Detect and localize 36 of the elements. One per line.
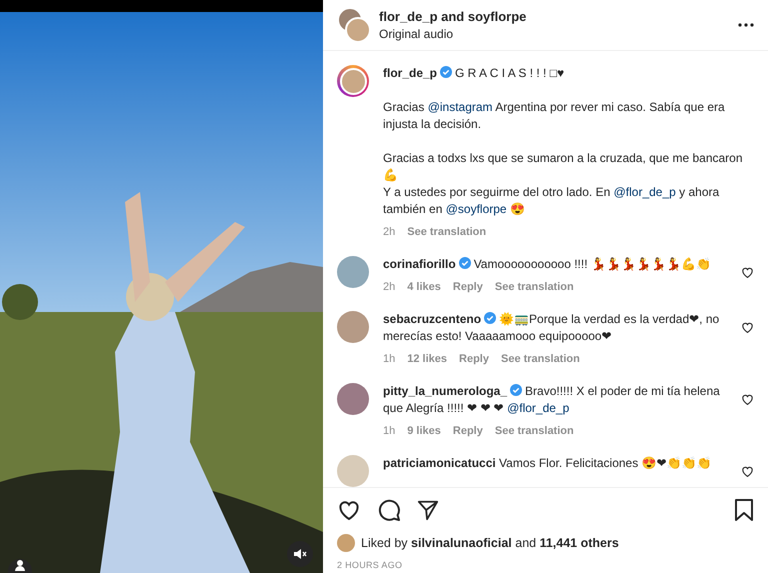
- heart-icon[interactable]: [741, 266, 754, 279]
- likes-summary: Liked by silvinalunaoficial and 11,441 others: [361, 536, 619, 550]
- post-time: 2 HOURS AGO: [337, 560, 404, 570]
- more-options-icon[interactable]: [738, 23, 754, 27]
- mention-link[interactable]: @flor_de_p: [614, 185, 676, 199]
- comment-time: 1h: [383, 425, 396, 437]
- speaker-muted-icon: [293, 547, 307, 561]
- avatar[interactable]: [337, 311, 369, 343]
- username-link[interactable]: flor_de_p: [383, 66, 438, 80]
- person-icon: [15, 559, 25, 571]
- mention-link[interactable]: @flor_de_p: [507, 401, 570, 415]
- comment-time: 2h: [383, 281, 396, 293]
- avatar[interactable]: [337, 65, 369, 97]
- comment-text: corinafiorillo Vamooooooooooo !!!! 💃💃💃💃💃💃💪👏: [383, 256, 712, 273]
- caption-time: 2h: [383, 226, 396, 238]
- comment-text: sebacruzcenteno 🌞🚃Porque la verdad es la verdad❤, no merecías esto! Vaaaaamooo equipooooo❤: [383, 311, 720, 345]
- avatar-pair[interactable]: [337, 7, 369, 43]
- caption-text: flor_de_p G R A C I A S ! ! ! □♥ Gracias @instagram Argentina por rever mi caso. Sabía que era injusta la decisión. Gracias a todxs lxs que se sumaron a la cruzada, que me bancaron 💪 Y a ustedes por seguirme del otro lado. En @flor_de_p y ahora también en @soyflorpe 😍: [383, 65, 744, 218]
- mention-link[interactable]: @instagram: [428, 100, 493, 114]
- username-link[interactable]: patriciamonicatucci: [383, 456, 496, 470]
- avatar[interactable]: [337, 383, 369, 415]
- username-link[interactable]: pitty_la_numerologa_: [383, 384, 508, 398]
- mention-link[interactable]: @soyflorpe: [446, 202, 507, 216]
- account-names[interactable]: flor_de_p and soyflorpe: [379, 9, 728, 24]
- comment-text: pitty_la_numerologa_ Bravo!!!!! X el poder de mi tía helena que Alegría !!!!! ❤ ❤ ❤ @flor_de_p: [383, 383, 721, 417]
- comment-time: 1h: [383, 353, 396, 365]
- share-icon[interactable]: [417, 499, 439, 521]
- heart-icon[interactable]: [741, 465, 754, 478]
- audio-link[interactable]: Original audio: [379, 27, 728, 41]
- heart-icon[interactable]: [741, 393, 754, 406]
- comment-text: patriciamonicatucci Vamos Flor. Felicitaciones 😍❤👏👏👏: [383, 455, 713, 472]
- heart-icon[interactable]: [741, 321, 754, 334]
- comment-icon[interactable]: [377, 498, 401, 522]
- bookmark-icon[interactable]: [734, 498, 754, 522]
- username-link[interactable]: sebacruzcenteno: [383, 312, 482, 326]
- username-link[interactable]: corinafiorillo: [383, 257, 456, 271]
